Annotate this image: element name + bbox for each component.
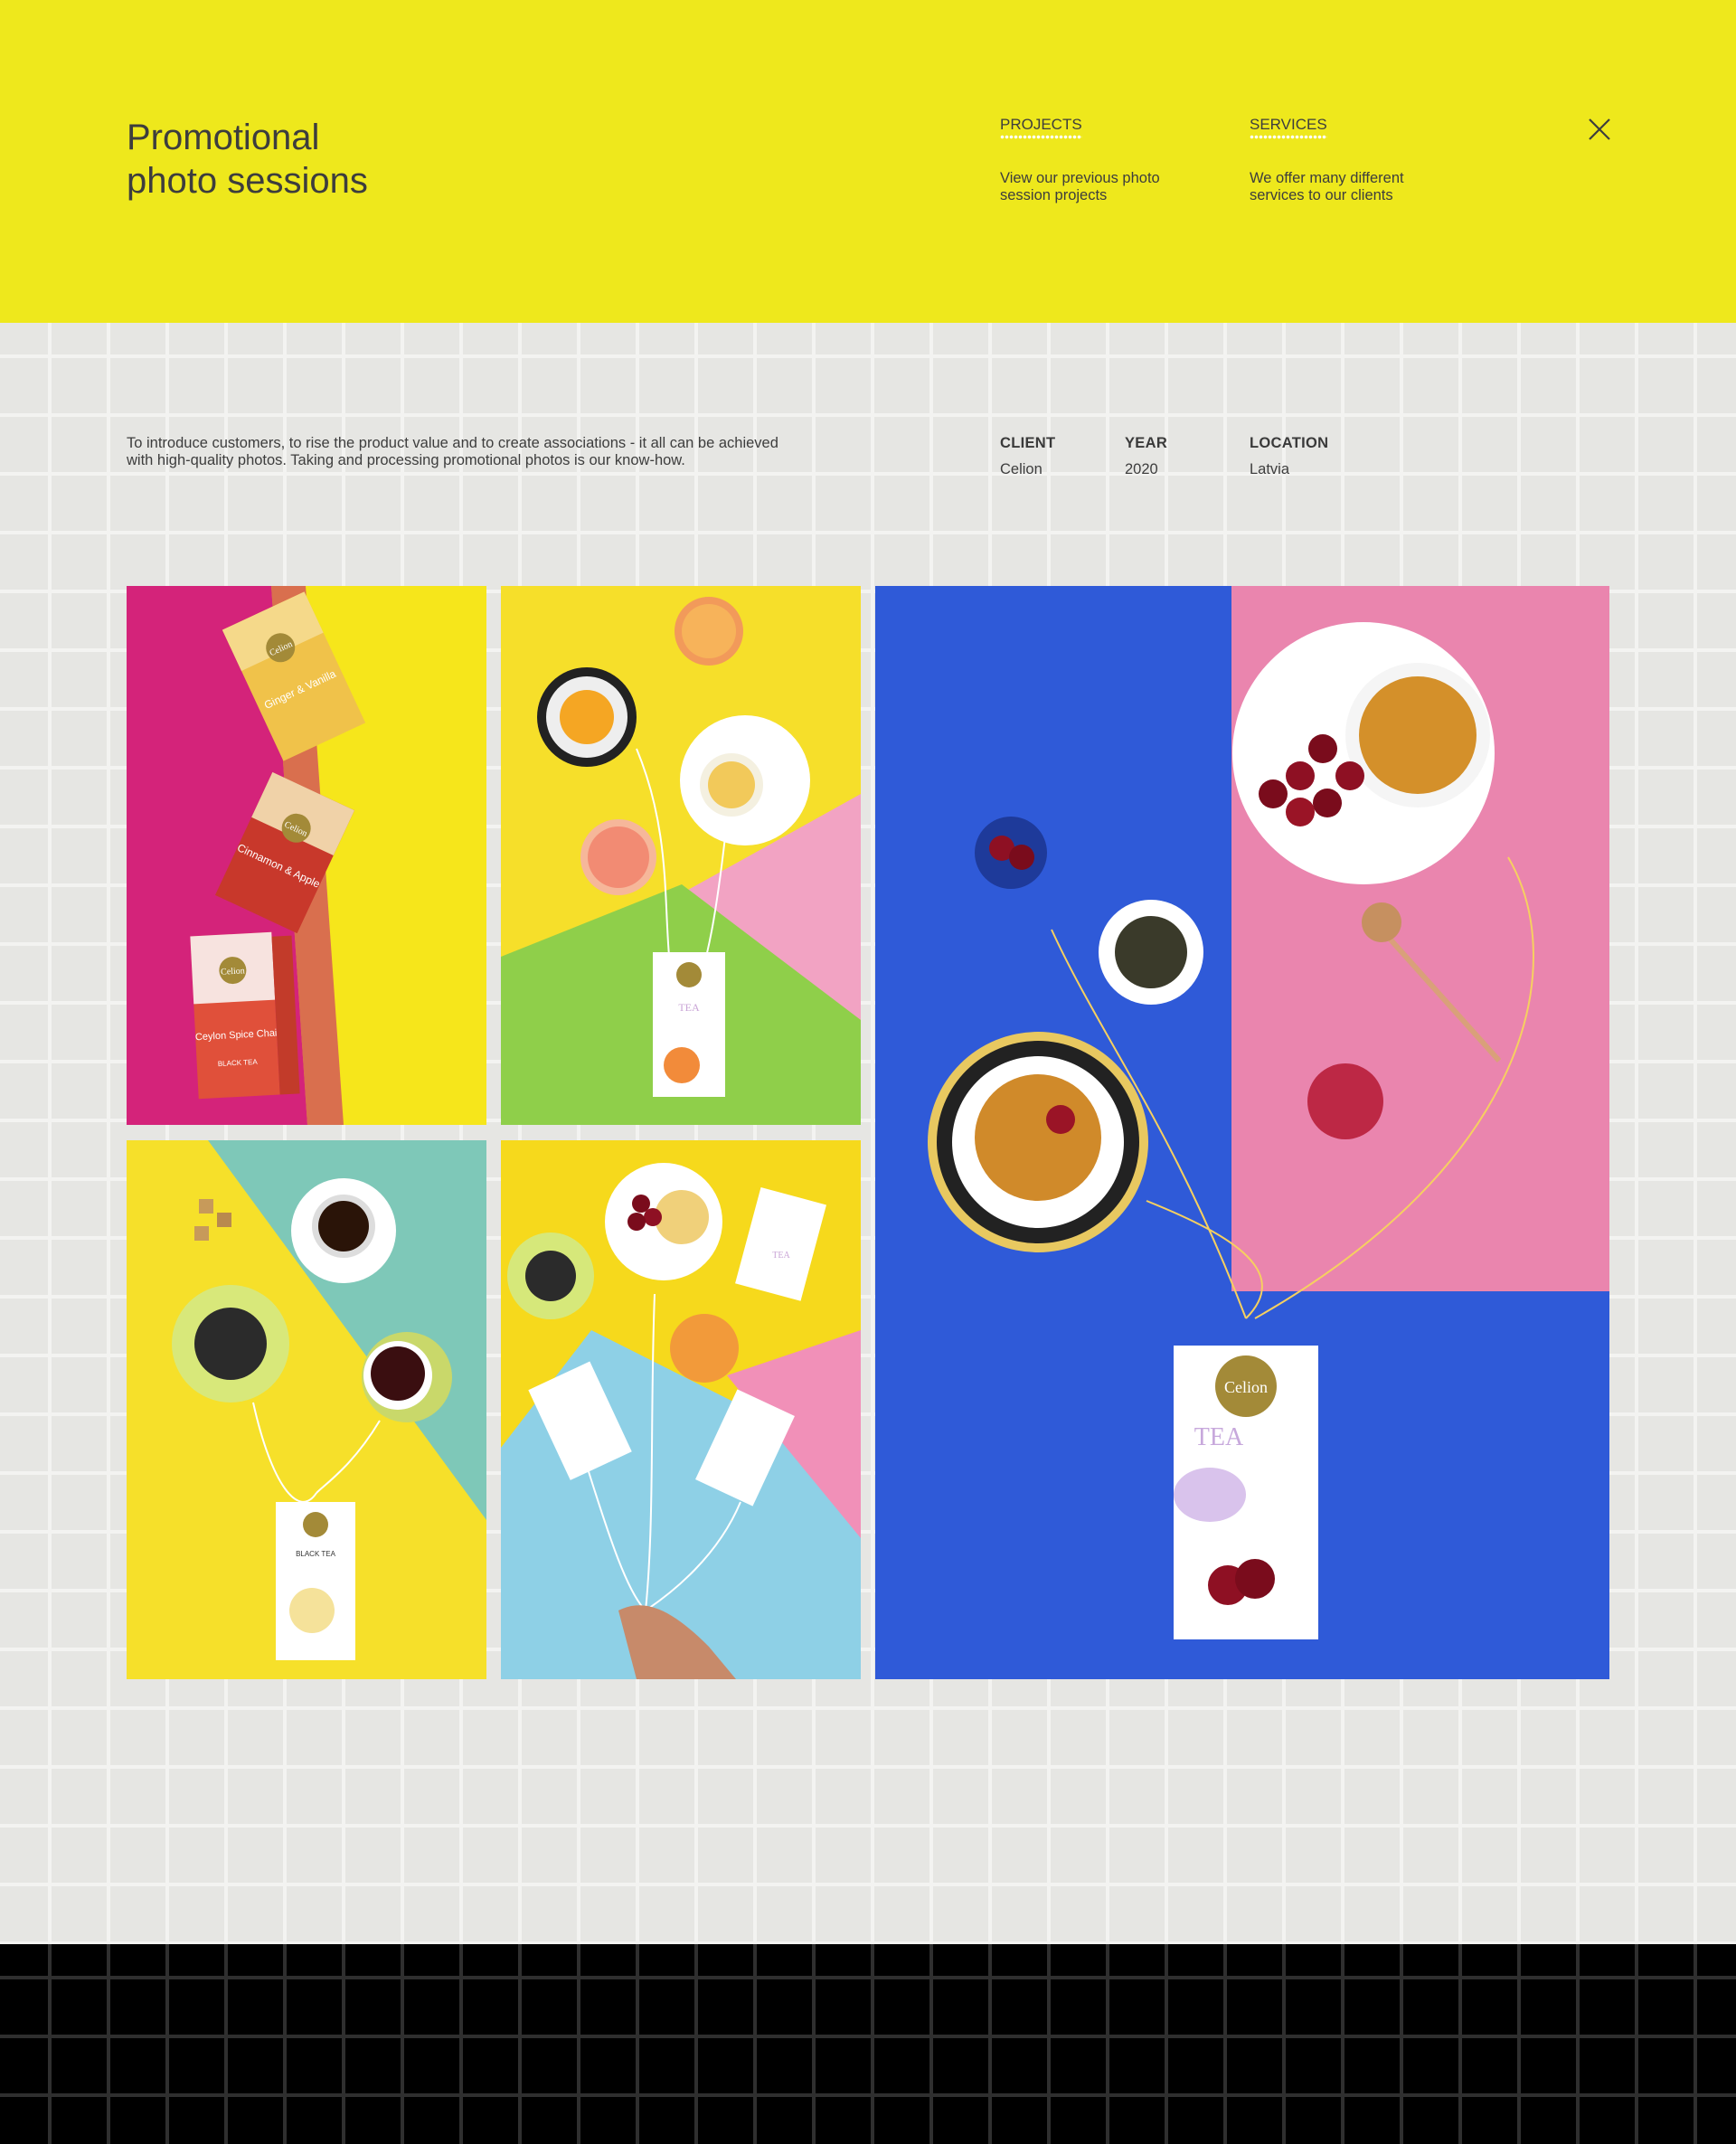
- photo-oranges-image: TEA: [501, 586, 861, 1125]
- meta-year: YEAR 2020: [1125, 435, 1167, 478]
- pack-label-large: TEA: [1194, 1423, 1244, 1451]
- site-header: Promotional photo sessions PROJECTS View…: [0, 0, 1736, 323]
- project-content: To introduce customers, to rise the prod…: [0, 323, 1736, 1944]
- nav-services: SERVICES We offer many different service…: [1250, 116, 1458, 204]
- pack-label-oranges: TEA: [678, 1001, 700, 1014]
- nav-services-description: We offer many different services to our …: [1250, 170, 1404, 203]
- pack-label-cherries: TEA: [772, 1251, 790, 1261]
- gallery-photo-cherry-blossom[interactable]: Celion TEA: [875, 586, 1609, 1679]
- photo-black-tea-image: BLACK TEA: [127, 1140, 486, 1679]
- meta-year-label: YEAR: [1125, 435, 1168, 451]
- site-footer: [0, 1944, 1736, 2144]
- nav-link-services[interactable]: SERVICES: [1250, 116, 1327, 139]
- box-brand-3: Celion: [221, 966, 245, 977]
- close-icon: [1589, 118, 1610, 140]
- nav-projects-description: View our previous photo session projects: [1000, 170, 1160, 203]
- gallery-photo-black-tea[interactable]: BLACK TEA: [127, 1140, 486, 1679]
- pack-brand-large: Celion: [1224, 1378, 1268, 1396]
- close-button[interactable]: [1584, 114, 1615, 145]
- meta-client: CLIENT Celion: [1000, 435, 1055, 478]
- photo-cherry-blossom-image: Celion TEA: [875, 586, 1609, 1679]
- project-intro: To introduce customers, to rise the prod…: [127, 435, 778, 468]
- nav-link-projects[interactable]: PROJECTS: [1000, 116, 1082, 139]
- meta-client-value: Celion: [1000, 461, 1043, 477]
- nav-projects: PROJECTS View our previous photo session…: [1000, 116, 1208, 204]
- meta-location-label: LOCATION: [1250, 435, 1329, 451]
- meta-location: LOCATION Latvia: [1250, 435, 1328, 478]
- meta-client-label: CLIENT: [1000, 435, 1056, 451]
- gallery-photo-stacked-boxes[interactable]: Celion Ginger & Vanilla Celion Cinnamon …: [127, 586, 486, 1125]
- meta-location-value: Latvia: [1250, 461, 1290, 477]
- meta-year-value: 2020: [1125, 461, 1158, 477]
- photo-cherries-packs-image: TEA: [501, 1140, 861, 1679]
- gallery-photo-oranges[interactable]: TEA: [501, 586, 861, 1125]
- photo-stacked-boxes-image: Celion Ginger & Vanilla Celion Cinnamon …: [127, 586, 486, 1125]
- page-title: Promotional photo sessions: [127, 118, 368, 201]
- pack-label-black-tea: BLACK TEA: [296, 1550, 336, 1558]
- gallery-photo-cherries-packs[interactable]: TEA: [501, 1140, 861, 1679]
